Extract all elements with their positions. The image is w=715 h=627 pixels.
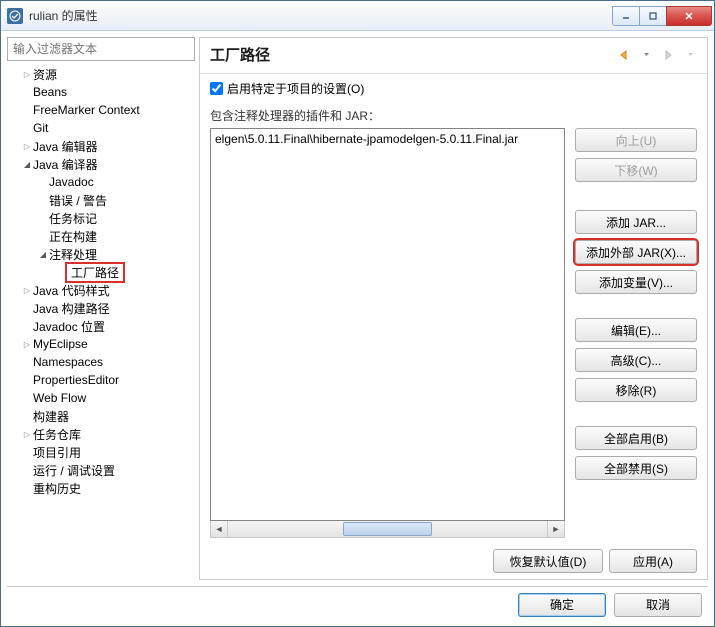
tree-arrow-icon[interactable] bbox=[21, 160, 33, 169]
forward-icon bbox=[659, 47, 677, 63]
tree-item[interactable]: 工厂路径 bbox=[7, 263, 195, 281]
tree-item-label: Namespaces bbox=[33, 355, 103, 369]
window-title: rulian 的属性 bbox=[29, 7, 613, 24]
disable-all-button[interactable]: 全部禁用(S) bbox=[575, 456, 697, 480]
tree-item[interactable]: Namespaces bbox=[7, 353, 195, 371]
footer: 确定 取消 bbox=[7, 586, 708, 622]
titlebar: rulian 的属性 bbox=[1, 1, 714, 31]
right-panel: 工厂路径 启用特定于项目的设置(O) 包含注释处理器的插件和 JAR： elge… bbox=[199, 37, 708, 580]
maximize-button[interactable] bbox=[639, 6, 667, 26]
tree-item[interactable]: Java 编辑器 bbox=[7, 137, 195, 155]
tree-item[interactable]: 正在构建 bbox=[7, 227, 195, 245]
tree-item[interactable]: Beans bbox=[7, 83, 195, 101]
left-panel: 资源BeansFreeMarker ContextGitJava 编辑器Java… bbox=[7, 37, 195, 580]
tree-arrow-icon[interactable] bbox=[21, 142, 33, 151]
minimize-button[interactable] bbox=[612, 6, 640, 26]
back-icon[interactable] bbox=[615, 47, 633, 63]
tree-arrow-icon[interactable] bbox=[21, 340, 33, 349]
tree-arrow-icon[interactable] bbox=[21, 430, 33, 439]
scroll-right-button[interactable]: ► bbox=[547, 521, 564, 537]
plugins-jars-label: 包含注释处理器的插件和 JAR： bbox=[200, 103, 707, 128]
edit-button[interactable]: 编辑(E)... bbox=[575, 318, 697, 342]
tree-item[interactable]: Java 代码样式 bbox=[7, 281, 195, 299]
add-jar-button[interactable]: 添加 JAR... bbox=[575, 210, 697, 234]
tree-item-label: 构建器 bbox=[33, 408, 69, 425]
tree-item[interactable]: 资源 bbox=[7, 65, 195, 83]
tree-item[interactable]: 构建器 bbox=[7, 407, 195, 425]
add-variable-button[interactable]: 添加变量(V)... bbox=[575, 270, 697, 294]
tree-item[interactable]: 注释处理 bbox=[7, 245, 195, 263]
tree-item-label: 项目引用 bbox=[33, 444, 81, 461]
tree-item-label: Beans bbox=[33, 85, 67, 99]
tree-item-label: Web Flow bbox=[33, 391, 86, 405]
tree-item-label: 注释处理 bbox=[49, 246, 97, 263]
tree-item-label: FreeMarker Context bbox=[33, 103, 140, 117]
horizontal-scrollbar[interactable]: ◄ ► bbox=[210, 521, 565, 538]
tree-item-label: Java 代码样式 bbox=[33, 282, 110, 299]
add-external-jar-button[interactable]: 添加外部 JAR(X)... bbox=[575, 240, 697, 264]
enable-project-settings-label: 启用特定于项目的设置(O) bbox=[227, 80, 364, 97]
apply-button[interactable]: 应用(A) bbox=[609, 549, 697, 573]
enable-all-button[interactable]: 全部启用(B) bbox=[575, 426, 697, 450]
tree-item-label: PropertiesEditor bbox=[33, 373, 119, 387]
filter-input[interactable] bbox=[7, 37, 195, 61]
move-down-button[interactable]: 下移(W) bbox=[575, 158, 697, 182]
tree-item-label: 重构历史 bbox=[33, 480, 81, 497]
tree-arrow-icon[interactable] bbox=[21, 70, 33, 79]
close-button[interactable] bbox=[666, 6, 712, 26]
forward-menu-icon bbox=[681, 47, 699, 63]
tree-item[interactable]: PropertiesEditor bbox=[7, 371, 195, 389]
tree[interactable]: 资源BeansFreeMarker ContextGitJava 编辑器Java… bbox=[7, 65, 195, 580]
enable-project-settings-checkbox[interactable] bbox=[210, 82, 223, 95]
tree-arrow-icon[interactable] bbox=[37, 250, 49, 259]
tree-item-label: 工厂路径 bbox=[65, 262, 125, 283]
page-heading: 工厂路径 bbox=[210, 44, 615, 65]
back-menu-icon[interactable] bbox=[637, 47, 655, 63]
tree-item-label: MyEclipse bbox=[33, 337, 88, 351]
tree-item[interactable]: Git bbox=[7, 119, 195, 137]
restore-defaults-button[interactable]: 恢复默认值(D) bbox=[493, 549, 603, 573]
advanced-button[interactable]: 高级(C)... bbox=[575, 348, 697, 372]
tree-item-label: Git bbox=[33, 121, 48, 135]
tree-arrow-icon[interactable] bbox=[21, 286, 33, 295]
tree-item[interactable]: 任务仓库 bbox=[7, 425, 195, 443]
tree-item-label: Java 编译器 bbox=[33, 156, 98, 173]
scroll-thumb[interactable] bbox=[343, 522, 432, 536]
tree-item-label: 正在构建 bbox=[49, 228, 97, 245]
tree-item[interactable]: 运行 / 调试设置 bbox=[7, 461, 195, 479]
tree-item[interactable]: 重构历史 bbox=[7, 479, 195, 497]
nav-arrows bbox=[615, 47, 699, 63]
tree-item[interactable]: 任务标记 bbox=[7, 209, 195, 227]
tree-item-label: Java 编辑器 bbox=[33, 138, 98, 155]
cancel-button[interactable]: 取消 bbox=[614, 593, 702, 617]
move-up-button[interactable]: 向上(U) bbox=[575, 128, 697, 152]
tree-item-label: 资源 bbox=[33, 66, 57, 83]
ok-button[interactable]: 确定 bbox=[518, 593, 606, 617]
tree-item-label: 运行 / 调试设置 bbox=[33, 462, 115, 479]
jar-list[interactable]: elgen\5.0.11.Final\hibernate-jpamodelgen… bbox=[210, 128, 565, 521]
tree-item-label: Javadoc 位置 bbox=[33, 318, 105, 335]
window-controls bbox=[613, 6, 712, 26]
jar-list-item[interactable]: elgen\5.0.11.Final\hibernate-jpamodelgen… bbox=[215, 131, 560, 147]
app-icon bbox=[7, 8, 23, 24]
remove-button[interactable]: 移除(R) bbox=[575, 378, 697, 402]
scroll-left-button[interactable]: ◄ bbox=[211, 521, 228, 537]
tree-item-label: 任务标记 bbox=[49, 210, 97, 227]
tree-item[interactable]: Javadoc 位置 bbox=[7, 317, 195, 335]
tree-item[interactable]: FreeMarker Context bbox=[7, 101, 195, 119]
tree-item[interactable]: Java 构建路径 bbox=[7, 299, 195, 317]
tree-item[interactable]: MyEclipse bbox=[7, 335, 195, 353]
tree-item-label: Javadoc bbox=[49, 175, 94, 189]
tree-item[interactable]: 错误 / 警告 bbox=[7, 191, 195, 209]
tree-item[interactable]: Web Flow bbox=[7, 389, 195, 407]
tree-item[interactable]: 项目引用 bbox=[7, 443, 195, 461]
tree-item-label: 错误 / 警告 bbox=[49, 192, 107, 209]
tree-item[interactable]: Java 编译器 bbox=[7, 155, 195, 173]
tree-item-label: Java 构建路径 bbox=[33, 300, 110, 317]
tree-item[interactable]: Javadoc bbox=[7, 173, 195, 191]
tree-item-label: 任务仓库 bbox=[33, 426, 81, 443]
